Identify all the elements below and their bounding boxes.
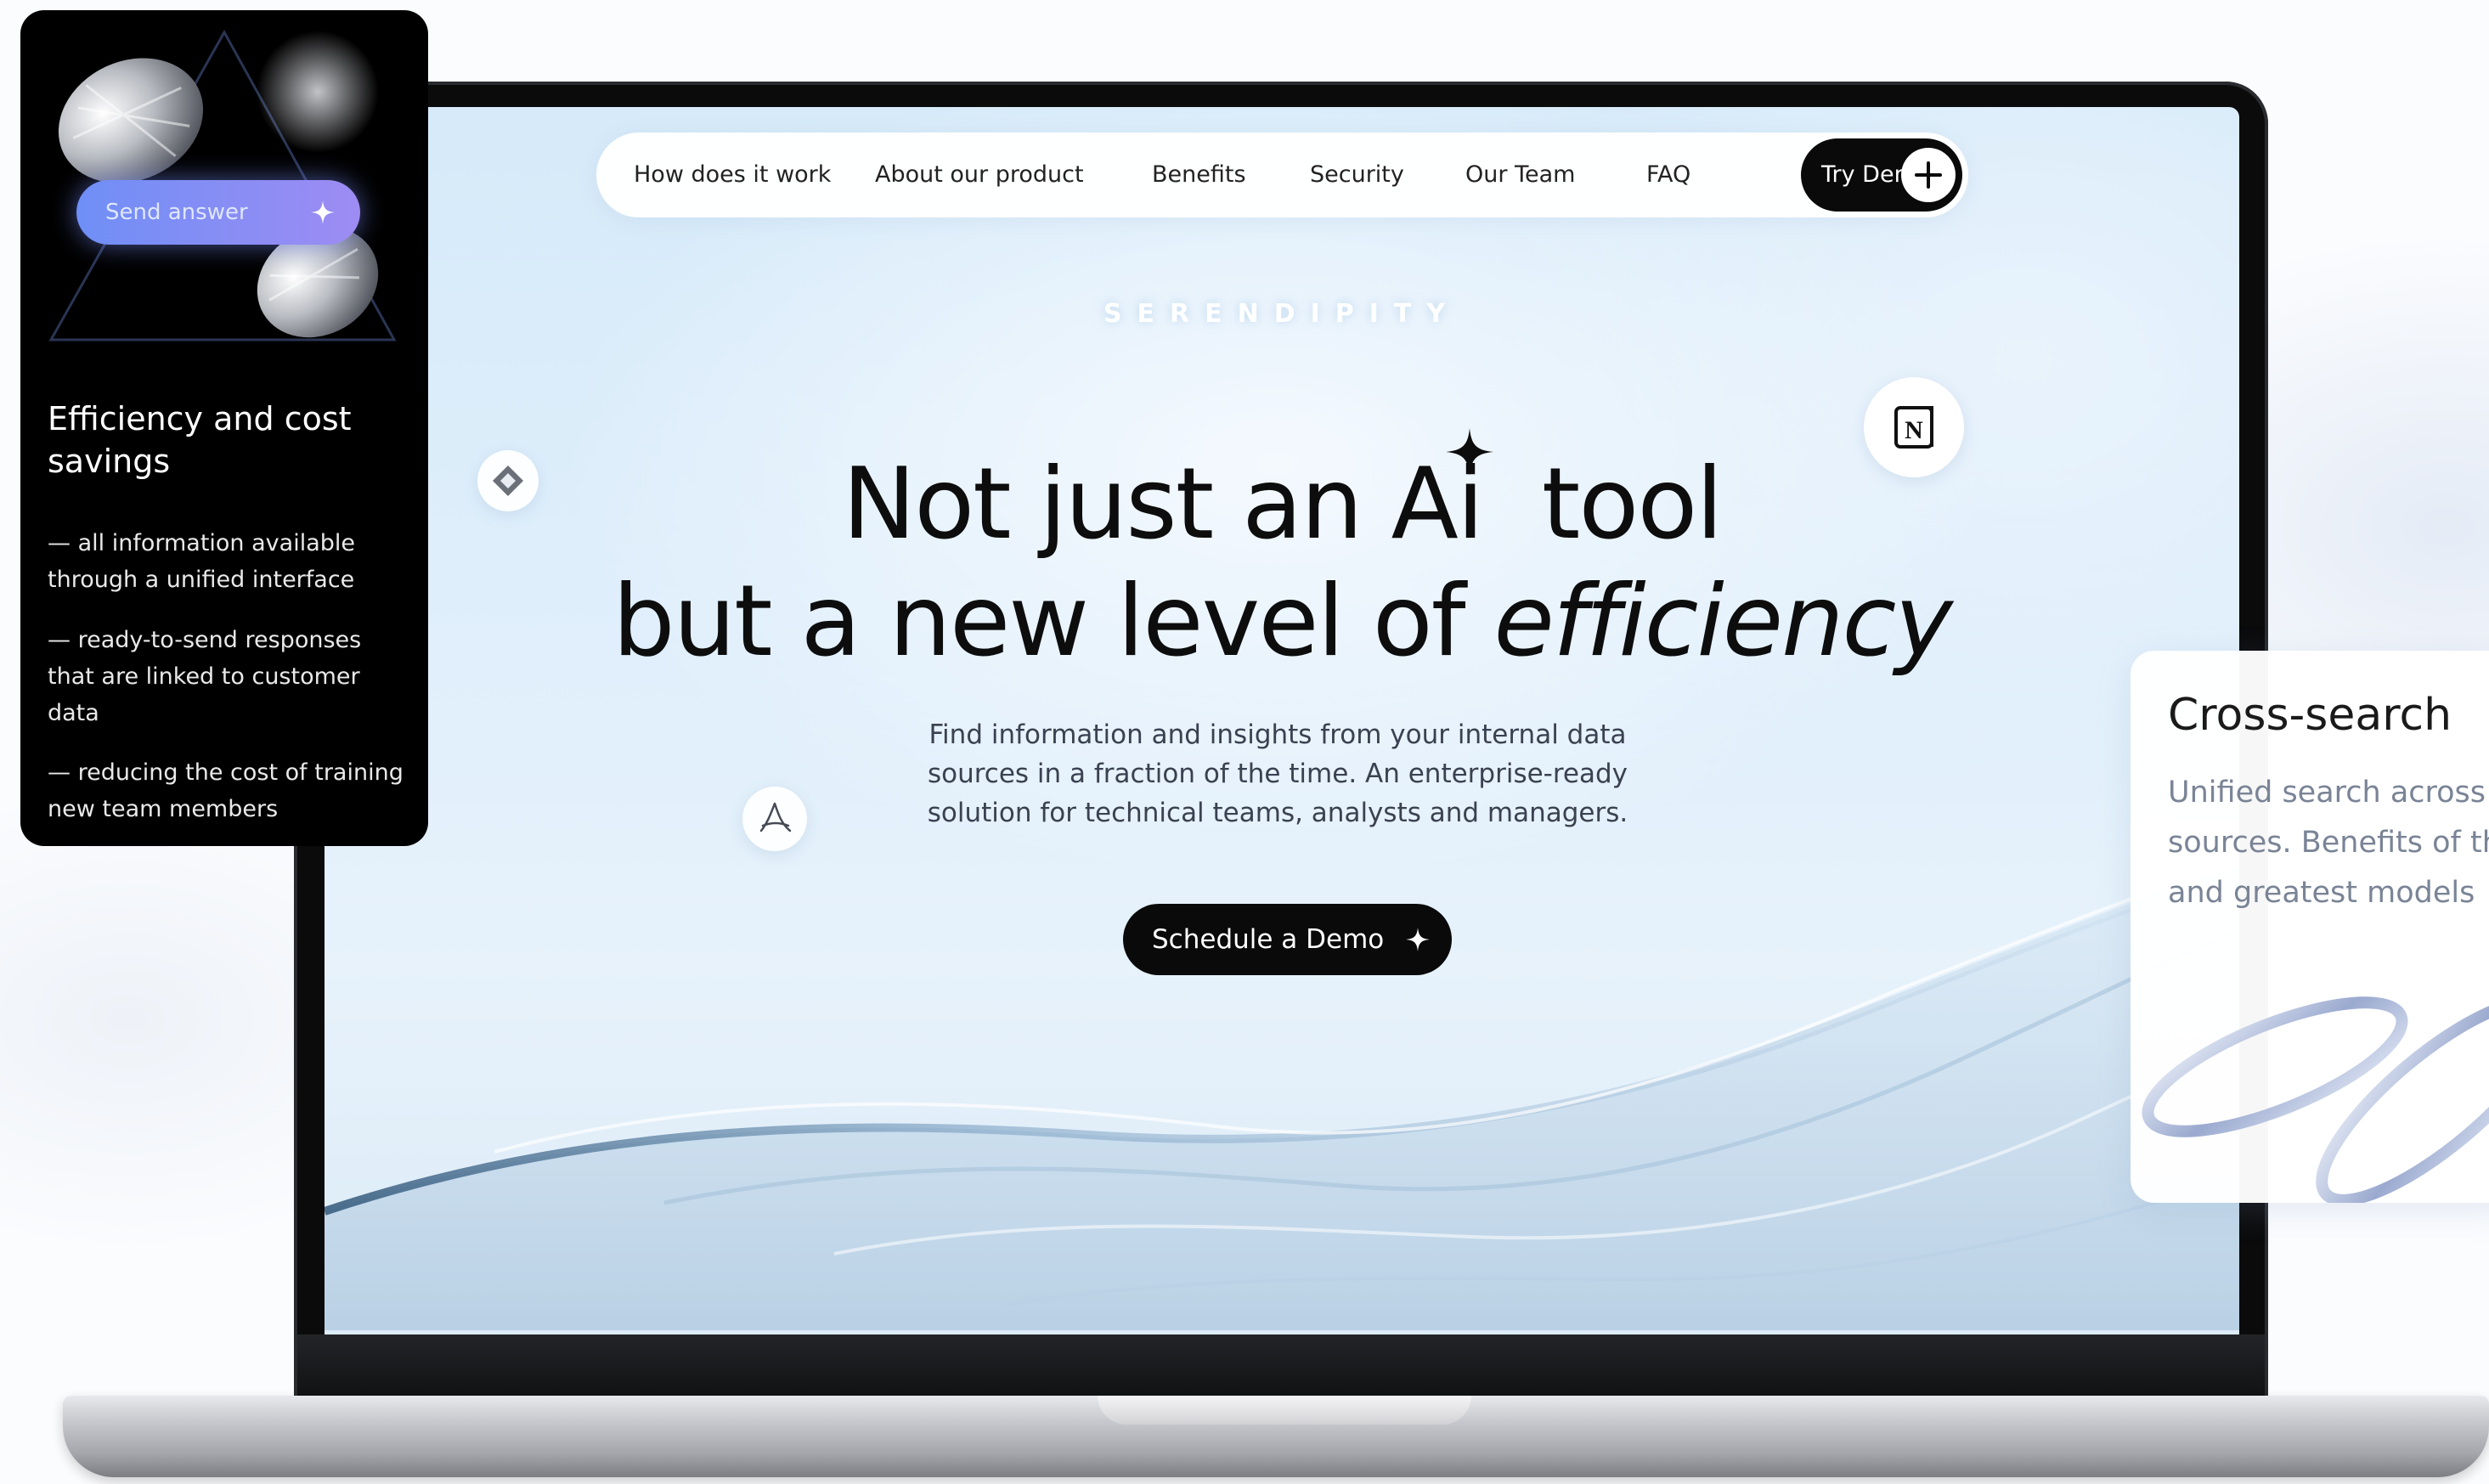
- gem-icon: [477, 450, 539, 511]
- nav-link-about-product[interactable]: About our product: [875, 133, 1084, 217]
- nav-link-how-it-works[interactable]: How does it work: [634, 133, 831, 217]
- efficiency-card: Send answer Efficiency and cost savings …: [20, 10, 428, 846]
- svg-text:N: N: [1905, 416, 1923, 444]
- laptop-screen: How does it work About our product Benef…: [325, 107, 2239, 1334]
- headline-line-2-start: but a new level of: [612, 564, 1466, 679]
- card-description: Unified search across sources. Benefits …: [2168, 776, 2489, 910]
- send-answer-button[interactable]: Send answer: [76, 180, 360, 245]
- benefit-item: — reducing the cost of training new team…: [48, 759, 404, 822]
- sparkle-icon: [1406, 928, 1430, 951]
- cross-search-card: Cross-search Unified search across sourc…: [2131, 651, 2489, 1203]
- nav-link-security[interactable]: Security: [1310, 133, 1404, 217]
- sparkle-icon: [1446, 428, 1493, 476]
- laptop-notch: [1098, 1396, 1471, 1425]
- brand-wordmark: SERENDIPITY: [1103, 299, 1461, 329]
- benefit-item: — ready-to-send responses that are linke…: [48, 627, 362, 726]
- headline-emphasis: efficiency: [1493, 564, 1953, 679]
- hero-subtext: Find information and insights from your …: [927, 719, 1628, 828]
- nav-link-benefits[interactable]: Benefits: [1152, 133, 1246, 217]
- schedule-demo-label: Schedule a Demo: [1152, 924, 1385, 955]
- nav-link-faq[interactable]: FAQ: [1646, 133, 1690, 217]
- notion-icon: N: [1864, 377, 1964, 477]
- sparkle-icon: [311, 200, 335, 224]
- send-answer-label: Send answer: [105, 200, 248, 225]
- headline-line-2: but a new level of efficiency: [325, 564, 2239, 679]
- rings-artwork: [2142, 996, 2489, 1203]
- top-nav: How does it work About our product Benef…: [596, 133, 1968, 217]
- headline-line-1-end: tool: [1541, 447, 1724, 561]
- card-title: Cross-search: [2168, 690, 2452, 741]
- pdf-icon: [742, 787, 807, 851]
- nav-link-our-team[interactable]: Our Team: [1465, 133, 1575, 217]
- schedule-demo-button[interactable]: Schedule a Demo: [1123, 904, 1452, 975]
- plus-icon: [1901, 148, 1956, 202]
- card-title: Efficiency and cost savings: [48, 400, 352, 480]
- laptop-screen-chin: [297, 1334, 2265, 1396]
- benefit-item: — all information available through a un…: [48, 530, 355, 593]
- try-demo-button[interactable]: Try Demo: [1801, 138, 1962, 212]
- headline-line-1-start: Not just an Ai: [842, 447, 1484, 561]
